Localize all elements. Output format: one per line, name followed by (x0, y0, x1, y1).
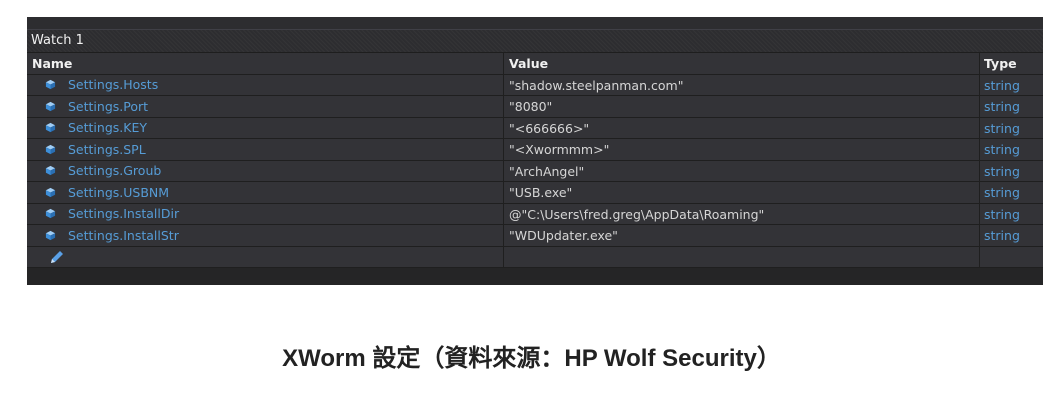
new-watch-row[interactable] (27, 246, 1043, 268)
watch-name-cell[interactable]: Settings.Hosts (27, 74, 504, 95)
watch-row[interactable]: Settings.InstallStr "WDUpdater.exe" string (27, 225, 1043, 247)
watch-row[interactable]: Settings.Port "8080" string (27, 96, 1043, 118)
watch-name-cell[interactable]: Settings.InstallDir (27, 203, 504, 224)
column-header-value[interactable]: Value (504, 53, 980, 74)
watch-value-cell[interactable]: "8080" (504, 96, 980, 117)
watch-type-cell: string (984, 99, 1020, 114)
watch-window-title[interactable]: Watch 1 (27, 30, 1043, 53)
watch-name-text: Settings.Hosts (68, 77, 159, 93)
watch-row[interactable]: Settings.Hosts "shadow.steelpanman.com" st… (27, 74, 1043, 96)
column-header-name[interactable]: Name (27, 53, 504, 74)
new-watch-name-cell[interactable] (27, 246, 504, 267)
watch-window: Watch 1 Name Value Type Settings.Hosts "s… (27, 17, 1043, 285)
pencil-icon (51, 250, 63, 263)
new-watch-type-cell (980, 247, 1043, 268)
watch-name-cell[interactable]: Settings.SPL (27, 139, 504, 160)
watch-name-text: Settings.SPL (68, 141, 146, 157)
watch-name-cell[interactable]: Settings.Groub (27, 160, 504, 181)
window-top-strip (27, 17, 1043, 30)
watch-row[interactable]: Settings.InstallDir @"C:\Users\fred.greg\… (27, 203, 1043, 225)
column-header-type[interactable]: Type (980, 53, 1043, 74)
watch-value-cell[interactable]: "<Xwormmm>" (504, 139, 980, 160)
property-cube-icon (45, 101, 56, 111)
watch-name-cell[interactable]: Settings.USBNM (27, 182, 504, 203)
watch-value-cell[interactable]: "WDUpdater.exe" (504, 225, 980, 246)
watch-value-cell[interactable]: "USB.exe" (504, 182, 980, 203)
property-cube-icon (45, 230, 56, 240)
watch-type-cell: string (984, 185, 1020, 200)
property-cube-icon (45, 123, 56, 133)
watch-type-cell: string (984, 206, 1020, 222)
figure-caption: XWorm 設定（資料來源：HP Wolf Security） (282, 345, 781, 372)
grid-header-row: Name Value Type (27, 53, 1043, 75)
property-cube-icon (45, 209, 56, 219)
watch-rows: Settings.Hosts "shadow.steelpanman.com" st… (27, 74, 1043, 247)
watch-type-cell: string (984, 228, 1020, 243)
watch-name-text: Settings.InstallDir (68, 206, 180, 222)
watch-name-cell[interactable]: Settings.InstallStr (27, 225, 504, 246)
watch-row[interactable]: Settings.Groub "ArchAngel" string (27, 160, 1043, 182)
watch-name-text: Settings.USBNM (68, 184, 170, 200)
watch-grid: Name Value Type Settings.Hosts "shadow.st… (27, 53, 1043, 285)
watch-name-cell[interactable]: Settings.Port (27, 96, 504, 117)
grid-empty-area (27, 268, 1043, 285)
watch-row[interactable]: Settings.SPL "<Xwormmm>" string (27, 139, 1043, 161)
watch-value-cell[interactable]: @"C:\Users\fred.greg\AppData\Roaming" (504, 203, 980, 224)
watch-value-cell[interactable]: "ArchAngel" (504, 160, 980, 181)
new-watch-value-cell (504, 246, 980, 267)
page: Watch 1 Name Value Type Settings.Hosts "s… (0, 0, 1063, 412)
watch-name-text: Settings.KEY (68, 120, 147, 136)
watch-name-text: Settings.Groub (68, 163, 162, 179)
watch-value-cell[interactable]: "shadow.steelpanman.com" (504, 74, 980, 95)
watch-value-cell[interactable]: "<666666>" (504, 117, 980, 138)
watch-row[interactable]: Settings.USBNM "USB.exe" string (27, 182, 1043, 204)
watch-row[interactable]: Settings.KEY "<666666>" string (27, 117, 1043, 139)
property-cube-icon (45, 144, 56, 154)
watch-type-cell: string (984, 142, 1020, 157)
watch-type-cell: string (984, 163, 1020, 179)
watch-type-cell: string (984, 77, 1020, 93)
property-cube-icon (45, 80, 56, 90)
property-cube-icon (45, 187, 56, 197)
watch-name-text: Settings.InstallStr (68, 227, 179, 243)
watch-type-cell: string (984, 120, 1020, 136)
property-cube-icon (45, 166, 56, 176)
watch-name-cell[interactable]: Settings.KEY (27, 117, 504, 138)
watch-name-text: Settings.Port (68, 98, 149, 114)
